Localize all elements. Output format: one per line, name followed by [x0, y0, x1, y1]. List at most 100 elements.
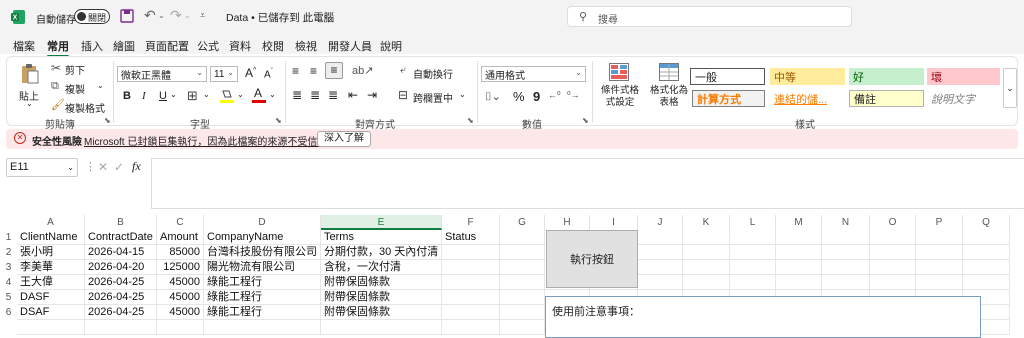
accounting-format-icon[interactable]: ⌷⌄: [485, 90, 501, 104]
learn-more-button[interactable]: 深入了解: [317, 131, 371, 147]
font-color-button[interactable]: A: [252, 86, 266, 104]
style-calculation[interactable]: 計算方式: [692, 90, 765, 107]
notes-textbox[interactable]: 使用前注意事項：: [545, 296, 981, 338]
table-cell[interactable]: 45000: [157, 275, 204, 290]
worksheet-grid[interactable]: ABCDEFGHIJKLMNOPQ 123456 ClientName Contr…: [0, 215, 1024, 338]
undo-icon[interactable]: ↶: [144, 7, 156, 24]
format-painter-icon[interactable]: 🖌: [51, 98, 65, 111]
column-header-l[interactable]: L: [730, 215, 776, 230]
style-normal[interactable]: 一般: [690, 68, 765, 85]
table-cell[interactable]: [500, 245, 545, 260]
tab-help[interactable]: 說明: [380, 38, 402, 54]
tab-developer[interactable]: 開發人員: [328, 38, 372, 54]
table-cell[interactable]: [916, 260, 963, 275]
name-box[interactable]: E11 ⌄: [6, 158, 78, 177]
run-macro-button[interactable]: 執行按鈕: [546, 230, 638, 288]
more-options-icon[interactable]: ⋮: [85, 160, 96, 173]
table-cell[interactable]: [776, 230, 822, 245]
font-color-dropdown-icon[interactable]: ⌄: [269, 90, 276, 99]
table-cell[interactable]: [500, 260, 545, 275]
column-header-o[interactable]: O: [870, 215, 916, 230]
table-cell[interactable]: [916, 230, 963, 245]
header-cell[interactable]: ContractDate: [85, 230, 157, 245]
table-cell[interactable]: [500, 230, 545, 245]
shrink-font-button[interactable]: Aˇ: [264, 68, 273, 80]
copy-dropdown-icon[interactable]: ⌄: [97, 81, 104, 90]
increase-decimal-icon[interactable]: ←⁰: [548, 90, 561, 101]
column-header-j[interactable]: J: [638, 215, 683, 230]
copy-icon[interactable]: ⧉: [51, 80, 59, 93]
font-size-select[interactable]: 11 ⌄: [210, 66, 238, 82]
table-cell[interactable]: [916, 245, 963, 260]
table-cell[interactable]: [442, 320, 500, 335]
table-cell[interactable]: 分期付款，30 天內付清: [321, 245, 442, 260]
table-cell[interactable]: 綠能工程行: [204, 290, 321, 305]
table-cell[interactable]: [500, 305, 545, 320]
paste-button[interactable]: 貼上 ⌄: [15, 61, 45, 111]
align-center-icon[interactable]: ≣: [310, 88, 320, 102]
fill-color-icon[interactable]: [220, 88, 234, 104]
cut-label[interactable]: 剪下: [65, 62, 85, 77]
tab-data[interactable]: 資料: [229, 38, 251, 54]
italic-button[interactable]: I: [142, 90, 146, 102]
column-header-g[interactable]: G: [500, 215, 545, 230]
tab-view[interactable]: 檢視: [295, 38, 317, 54]
table-cell[interactable]: [730, 245, 776, 260]
table-cell[interactable]: [683, 275, 730, 290]
table-cell[interactable]: [730, 230, 776, 245]
tab-draw[interactable]: 繪圖: [113, 38, 135, 54]
table-cell[interactable]: 45000: [157, 305, 204, 320]
align-bottom-icon[interactable]: ≡: [325, 62, 343, 79]
column-header-i[interactable]: I: [590, 215, 638, 230]
font-launcher-icon[interactable]: ⬊: [275, 116, 282, 125]
undo-dropdown-icon[interactable]: ⌄: [158, 11, 165, 20]
table-cell[interactable]: [776, 245, 822, 260]
table-cell[interactable]: [963, 275, 1010, 290]
header-cell[interactable]: Status: [442, 230, 500, 245]
formula-input[interactable]: [151, 158, 1024, 209]
clipboard-launcher-icon[interactable]: ⬊: [104, 116, 111, 125]
security-message-link[interactable]: Microsoft 已封鎖巨集執行，因為此檔案的來源不受信任。: [84, 133, 337, 148]
cut-icon[interactable]: ✂: [51, 61, 61, 75]
grow-font-button[interactable]: A^: [245, 66, 256, 80]
increase-indent-icon[interactable]: ⇥: [367, 88, 377, 102]
number-format-select[interactable]: 通用格式 ⌄: [481, 66, 586, 82]
decrease-decimal-icon[interactable]: ⁰→: [567, 90, 580, 101]
select-all-corner[interactable]: [0, 215, 17, 230]
table-cell[interactable]: 45000: [157, 290, 204, 305]
tab-review[interactable]: 校閱: [262, 38, 284, 54]
fill-color-dropdown-icon[interactable]: ⌄: [237, 90, 244, 99]
column-header-d[interactable]: D: [204, 215, 321, 230]
table-cell[interactable]: [442, 275, 500, 290]
table-cell[interactable]: [870, 260, 916, 275]
style-bad[interactable]: 壞: [927, 68, 1000, 85]
align-right-icon[interactable]: ≣: [328, 88, 338, 102]
header-cell[interactable]: ClientName: [17, 230, 85, 245]
font-name-select[interactable]: 微軟正黑體 ⌄: [117, 66, 207, 82]
table-cell[interactable]: 李美華: [17, 260, 85, 275]
search-box[interactable]: ⚲ 搜尋: [567, 6, 852, 27]
percent-button[interactable]: %: [513, 89, 525, 104]
alignment-launcher-icon[interactable]: ⬊: [467, 116, 474, 125]
row-header-5[interactable]: 5: [0, 290, 17, 305]
align-left-icon[interactable]: ≣: [292, 88, 302, 102]
header-cell[interactable]: CompanyName: [204, 230, 321, 245]
table-cell[interactable]: 台灣科技股份有限公司: [204, 245, 321, 260]
customize-qat-icon[interactable]: ⩡: [200, 10, 205, 21]
table-cell[interactable]: [870, 230, 916, 245]
column-header-b[interactable]: B: [85, 215, 157, 230]
table-cell[interactable]: [17, 320, 85, 335]
document-title[interactable]: Data • 已儲存到 此電腦: [226, 10, 334, 25]
table-cell[interactable]: [638, 260, 683, 275]
style-linked-cell[interactable]: 連結的儲...: [770, 90, 845, 107]
column-header-f[interactable]: F: [442, 215, 500, 230]
tab-insert[interactable]: 插入: [81, 38, 103, 54]
underline-button[interactable]: U: [159, 90, 167, 102]
align-top-icon[interactable]: ≡: [292, 64, 299, 78]
column-header-c[interactable]: C: [157, 215, 204, 230]
tab-file[interactable]: 檔案: [13, 38, 35, 54]
tab-page-layout[interactable]: 頁面配置: [145, 38, 189, 54]
styles-more-button[interactable]: ⌄: [1003, 68, 1017, 108]
table-cell[interactable]: [638, 275, 683, 290]
table-cell[interactable]: [683, 260, 730, 275]
